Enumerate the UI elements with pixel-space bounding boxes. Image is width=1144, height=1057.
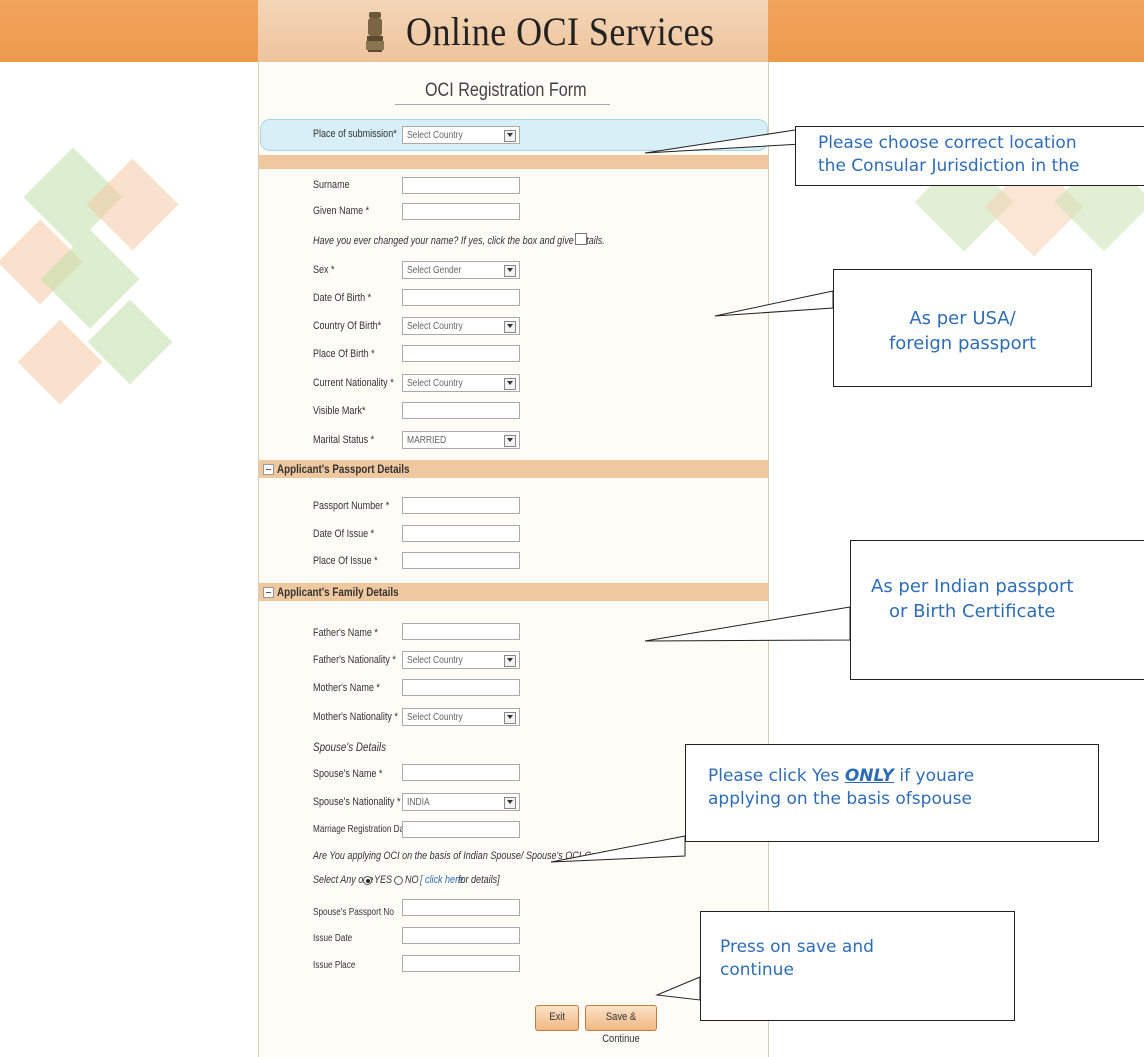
passport-callout-line2: foreign passport <box>888 333 1037 354</box>
passport-callout-line1: As per USA/ <box>909 308 1016 329</box>
location-callout-pointer <box>644 129 821 154</box>
save-callout: Press on save and continue <box>700 911 1015 1021</box>
location-callout-line1: Please choose correct location <box>818 133 1077 153</box>
location-callout: Please choose correct location the Consu… <box>795 126 1144 186</box>
spouse-callout-line2: applying on the basis ofspouse <box>708 789 972 809</box>
indian-callout-line2: or Birth Certificate <box>888 601 1056 622</box>
spouse-callout-post: if youare <box>894 766 975 786</box>
spouse-callout-pointer <box>550 835 686 863</box>
spouse-callout: Please click Yes ONLY if youare applying… <box>685 744 1099 842</box>
save-callout-line2: continue <box>720 960 794 980</box>
spouse-callout-emphasis: ONLY <box>844 766 894 786</box>
passport-callout: As per USA/ foreign passport <box>833 269 1092 387</box>
indian-callout: As per Indian passport or Birth Certific… <box>850 540 1144 680</box>
location-callout-line2: the Consular Jurisdiction in the <box>818 156 1080 176</box>
save-callout-pointer <box>655 976 701 1001</box>
spouse-callout-line1: Please click Yes ONLY if youare <box>708 765 974 788</box>
passport-callout-pointer <box>714 290 834 317</box>
indian-callout-line1: As per Indian passport <box>871 576 1074 597</box>
spouse-callout-pre: Please click Yes <box>708 766 845 786</box>
indian-callout-pointer <box>644 606 851 642</box>
save-callout-line1: Press on save and <box>720 937 874 957</box>
